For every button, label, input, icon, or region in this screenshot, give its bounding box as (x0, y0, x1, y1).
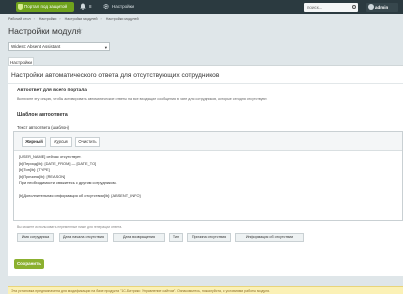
template-line: [b]Дополнительная информация об отсутств… (19, 193, 141, 198)
portal-protected-button[interactable]: Портал под защитой (16, 2, 74, 12)
breadcrumb: Рабочий стол › Настройки › Настройки модул… (8, 17, 139, 21)
var-type-button[interactable]: Тип (169, 233, 183, 242)
portal-protected-label: Портал под защитой (24, 4, 68, 9)
autoreply-description: Включите эту опцию, чтобы активировать а… (17, 97, 268, 101)
var-date-from-button[interactable]: Дата начала отсутствия (59, 233, 108, 242)
section-divider (8, 83, 403, 84)
var-employee-name-button[interactable]: Имя сотрудника (17, 233, 54, 242)
gear-icon[interactable] (103, 3, 109, 10)
var-reason-button[interactable]: Причина отсутствия (187, 233, 231, 242)
var-date-to-button[interactable]: Дата возвращения (113, 233, 165, 242)
settings-panel: Настройки автоматического ответа для отс… (8, 66, 403, 276)
breadcrumb-item[interactable]: Рабочий стол (8, 17, 31, 21)
autoreply-title: Автоответ для всего портала (17, 88, 87, 93)
save-button[interactable]: Сохранить (14, 259, 44, 269)
user-menu[interactable]: admin (366, 3, 398, 12)
page-title: Настройки модуля (8, 26, 82, 36)
template-title: Шаблон автоответа (17, 112, 68, 118)
editor-toolbar: Жирный Курсив Очистить (14, 132, 402, 151)
bell-icon[interactable] (80, 3, 86, 10)
top-bar: Портал под защитой 8 Настройки поиск... … (0, 0, 403, 14)
variables-hint: Вы можете использовать переменные ниже д… (17, 225, 123, 229)
section-title: Настройки автоматического ответа для отс… (11, 72, 220, 79)
search-input[interactable]: поиск... (304, 3, 358, 12)
chevron-down-icon: ▾ (104, 45, 107, 50)
clear-button[interactable]: Очистить (75, 137, 100, 147)
warning-banner: Эта установка предназначена для модифика… (8, 286, 403, 294)
favorite-star-icon[interactable]: ☆ (76, 27, 83, 35)
module-select-value: Widest: Absent Assistant (11, 44, 61, 49)
italic-button[interactable]: Курсив (50, 137, 72, 147)
avatar (368, 4, 374, 10)
user-name: admin (375, 5, 389, 10)
breadcrumb-item[interactable]: Настройки (39, 17, 57, 21)
notification-count[interactable]: 8 (89, 0, 92, 14)
module-select[interactable]: Widest: Absent Assistant ▾ (8, 42, 110, 51)
settings-link[interactable]: Настройки (112, 0, 134, 14)
search-placeholder: поиск... (307, 5, 323, 10)
bold-button[interactable]: Жирный (22, 137, 46, 147)
search-icon[interactable] (352, 5, 356, 9)
template-label: Текст автоответа (шаблон) (17, 125, 70, 130)
shield-icon (18, 4, 23, 10)
var-absent-info-button[interactable]: Информация об отсутствии (235, 233, 304, 242)
breadcrumb-item[interactable]: Настройки модулей (65, 17, 98, 21)
breadcrumb-item[interactable]: Настройки модулей (106, 17, 139, 21)
template-textarea[interactable]: [USER_NAME] сейчас отсутствует. [b]Перио… (19, 154, 397, 200)
template-editor[interactable]: Жирный Курсив Очистить [USER_NAME] сейча… (13, 131, 403, 221)
